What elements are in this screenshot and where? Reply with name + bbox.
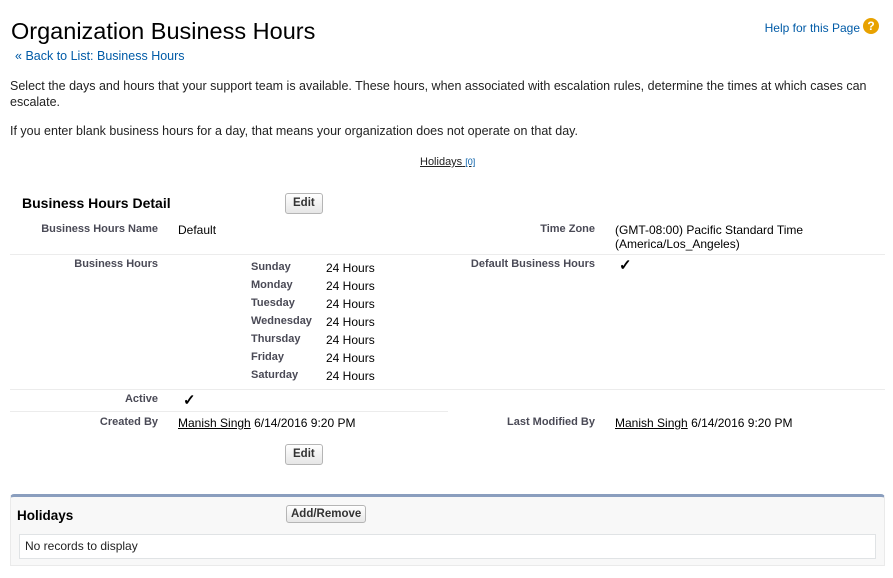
row-divider [10, 254, 885, 255]
last-modified-user-link[interactable]: Manish Singh [615, 416, 688, 430]
last-modified-date: 6/14/2016 9:20 PM [691, 416, 793, 430]
day-label: Tuesday [251, 297, 295, 309]
day-hours: 24 Hours [326, 315, 375, 329]
created-by-user-link[interactable]: Manish Singh [178, 416, 251, 430]
active-checkmark-icon: ✓ [183, 392, 196, 409]
help-link[interactable]: Help for this Page [765, 21, 860, 35]
page-title: Organization Business Hours [11, 18, 316, 44]
default-business-hours-label: Default Business Hours [470, 258, 595, 270]
no-records-message: No records to display [19, 534, 876, 559]
day-label: Monday [251, 279, 293, 291]
holidays-related-list: Holidays Add/Remove No records to displa… [10, 494, 885, 566]
business-hours-name-value: Default [178, 223, 217, 237]
business-hours-name-label: Business Hours Name [41, 223, 158, 235]
back-arrow-icon: « [15, 49, 22, 63]
description-text: Select the days and hours that your supp… [10, 79, 867, 109]
business-hours-label: Business Hours [74, 258, 158, 270]
add-remove-button[interactable]: Add/Remove [286, 505, 367, 523]
created-by-value: Manish Singh 6/14/2016 9:20 PM [178, 416, 355, 430]
day-label: Thursday [251, 333, 301, 345]
blank-hours-note: If you enter blank business hours for a … [10, 124, 578, 138]
day-hours: 24 Hours [326, 279, 375, 293]
time-zone-label: Time Zone [540, 223, 595, 235]
last-modified-by-label: Last Modified By [506, 416, 595, 428]
last-modified-by-value: Manish Singh 6/14/2016 9:20 PM [615, 416, 792, 430]
created-by-label: Created By [99, 416, 158, 428]
holidays-related-label[interactable]: Holidays [420, 156, 462, 168]
holidays-related-count: [0] [465, 157, 476, 167]
edit-button-top[interactable]: Edit [285, 193, 323, 214]
help-icon[interactable]: ? [863, 18, 879, 34]
day-hours: 24 Hours [326, 351, 375, 365]
time-zone-value: (GMT-08:00) Pacific Standard Time (Ameri… [615, 223, 804, 251]
default-checkmark-icon: ✓ [619, 257, 632, 274]
holidays-related-link[interactable]: Holidays [0] [420, 156, 475, 168]
created-by-date: 6/14/2016 9:20 PM [254, 416, 356, 430]
day-label: Friday [251, 351, 285, 363]
row-divider [10, 389, 885, 390]
day-label: Wednesday [251, 315, 312, 327]
day-hours: 24 Hours [326, 297, 375, 311]
holidays-title: Holidays [17, 508, 74, 523]
back-to-list-link[interactable]: « Back to List: Business Hours [15, 49, 185, 63]
active-label: Active [124, 393, 158, 405]
row-divider [10, 411, 448, 412]
day-hours: 24 Hours [326, 369, 375, 383]
day-label: Saturday [251, 369, 299, 381]
day-label: Sunday [251, 261, 291, 273]
section-title: Business Hours Detail [22, 195, 171, 211]
day-hours: 24 Hours [326, 261, 375, 275]
day-hours: 24 Hours [326, 333, 375, 347]
back-to-list-label[interactable]: Back to List: Business Hours [25, 49, 184, 63]
edit-button-bottom[interactable]: Edit [285, 444, 323, 465]
